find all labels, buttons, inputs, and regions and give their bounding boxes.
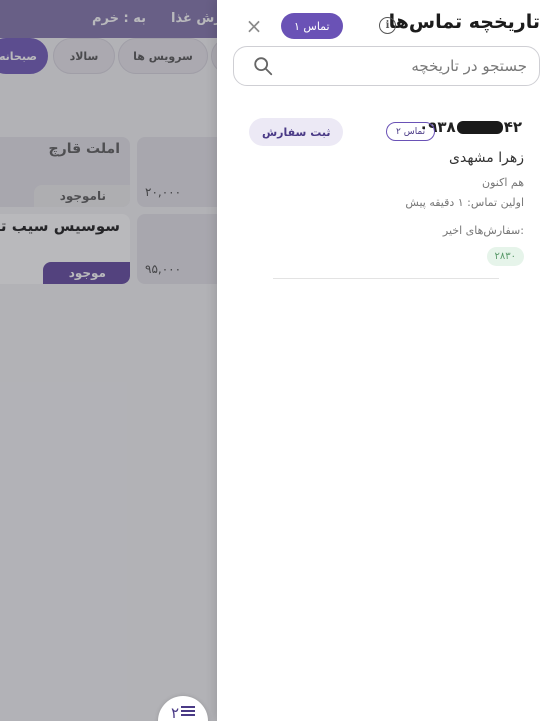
place-order-button[interactable]: ثبت سفارش — [249, 118, 344, 146]
redacted-digits — [456, 121, 503, 134]
info-icon[interactable]: i — [379, 17, 396, 34]
recent-orders-label: سفارش‌های اخیر: — [442, 224, 524, 237]
search-input[interactable] — [274, 57, 527, 75]
fab-count: ۲ — [170, 704, 180, 721]
search-box — [233, 46, 540, 86]
call-count-pill: ۲ تماس — [386, 122, 436, 141]
close-button[interactable]: × — [243, 14, 265, 38]
call-count-badge: ۱ تماس — [281, 13, 343, 39]
drawer-title: تاریخچه تماس‌ها — [388, 11, 540, 33]
search-icon — [254, 57, 273, 76]
divider — [273, 278, 499, 279]
call-history-drawer: تاریخچه تماس‌ها i ۱ تماس × ۰۹۳۸۴۲ ۲ تماس… — [217, 0, 553, 721]
first-call-time: اولین تماس: ۱ دقیقه پیش — [405, 196, 524, 209]
recent-order-chip[interactable]: ۲۸۳۰ — [486, 247, 524, 266]
customer-name: زهرا مشهدی — [449, 150, 524, 166]
phone-suffix: ۴۲ — [503, 118, 522, 136]
last-seen: هم اکنون — [482, 176, 524, 189]
close-icon: × — [245, 14, 263, 38]
menu-icon — [181, 706, 196, 716]
